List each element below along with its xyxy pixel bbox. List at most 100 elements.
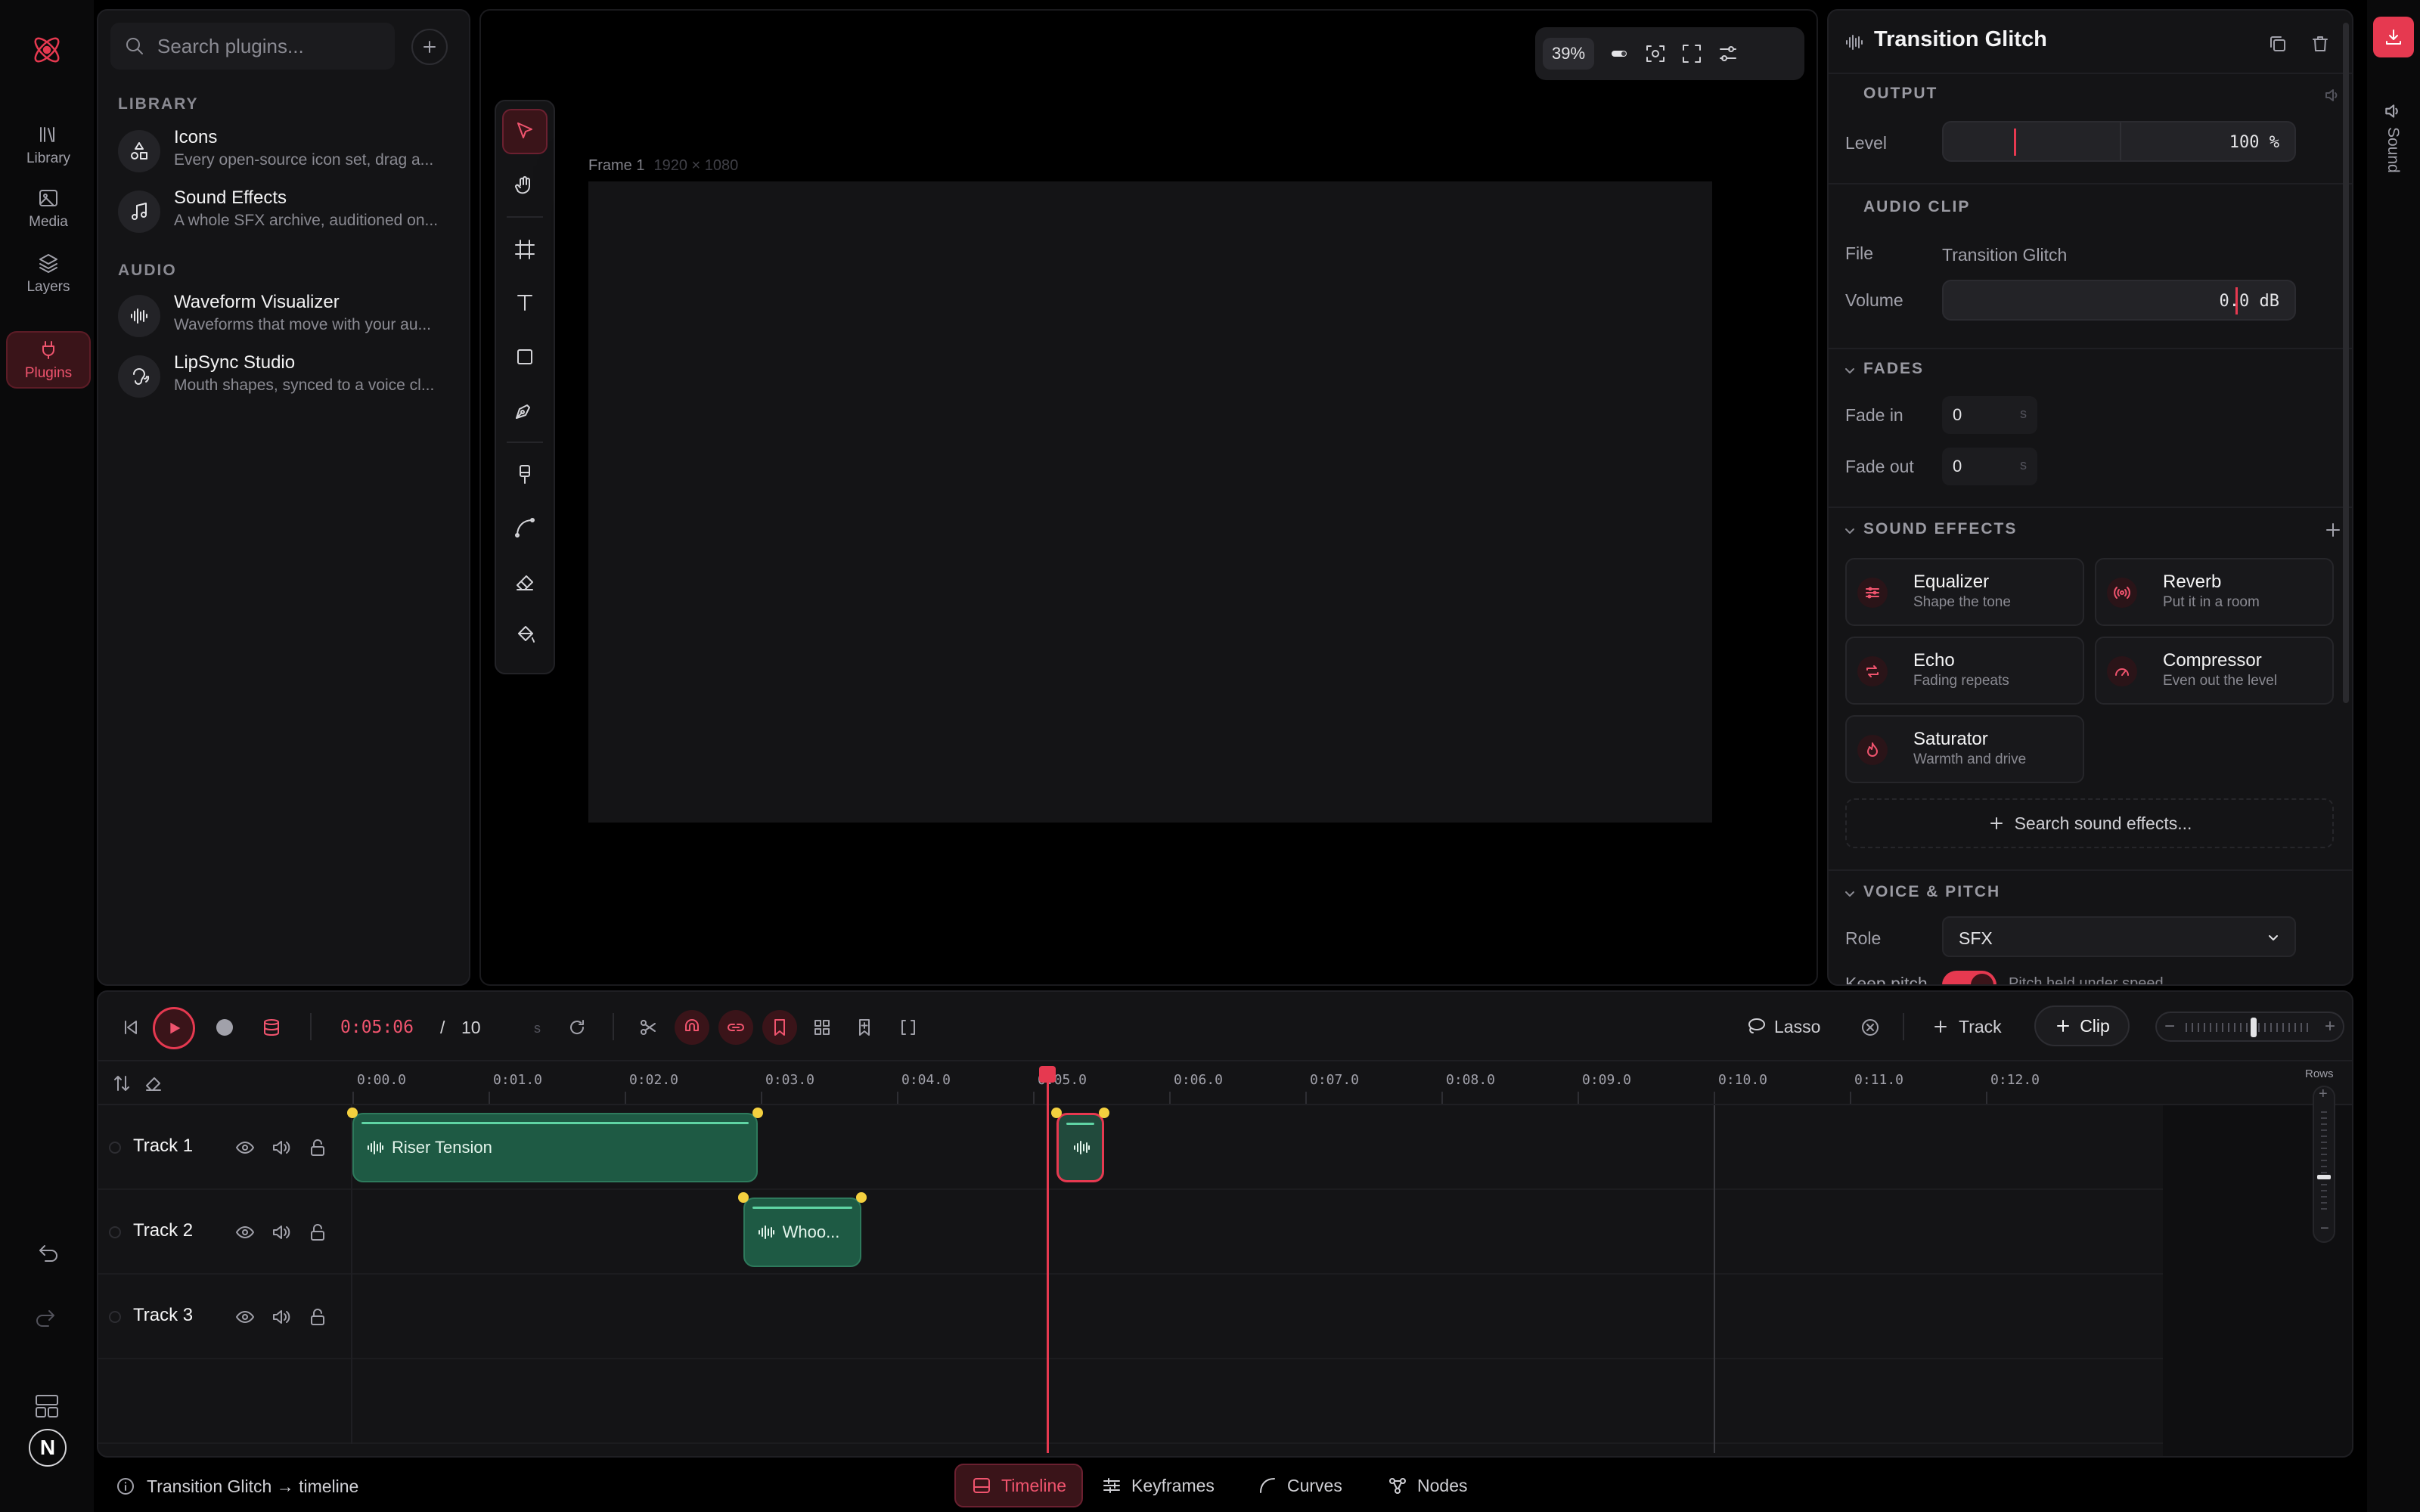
level-marker[interactable] <box>2013 129 2016 156</box>
eye-icon[interactable] <box>234 1137 256 1158</box>
add-marker-button[interactable] <box>847 1010 882 1045</box>
eye-icon[interactable] <box>234 1222 256 1243</box>
rows-thumb[interactable] <box>2317 1175 2331 1179</box>
playhead[interactable] <box>1047 1067 1049 1453</box>
rail-item-library[interactable]: Library <box>6 116 91 174</box>
eye-icon[interactable] <box>234 1306 256 1328</box>
split-button[interactable] <box>631 1010 666 1045</box>
effect-card-compressor[interactable]: Compressor Even out the level <box>2095 637 2334 705</box>
zoom-level[interactable]: 39% <box>1543 38 1595 70</box>
app-logo-icon[interactable] <box>27 30 67 70</box>
tab-nodes[interactable]: Nodes <box>1372 1464 1482 1507</box>
clip-trim-handle[interactable] <box>347 1108 358 1118</box>
lock-icon[interactable] <box>307 1137 328 1158</box>
record-button[interactable] <box>207 1010 242 1045</box>
avatar[interactable]: N <box>29 1429 67 1467</box>
lock-icon[interactable] <box>307 1222 328 1243</box>
track-row[interactable]: Track 3 <box>98 1275 2352 1359</box>
fade-out-input[interactable]: 0s <box>1942 448 2037 485</box>
clear-selection-button[interactable] <box>1853 1010 1888 1045</box>
database-button[interactable] <box>254 1010 289 1045</box>
text-tool[interactable] <box>502 280 548 325</box>
track-name[interactable]: Track 1 <box>133 1136 193 1157</box>
track-select-dot[interactable] <box>109 1142 121 1154</box>
track-name[interactable]: Track 3 <box>133 1305 193 1326</box>
grid-button[interactable] <box>805 1010 839 1045</box>
tab-timeline[interactable]: Timeline <box>954 1464 1084 1507</box>
track-select-dot[interactable] <box>109 1226 121 1238</box>
playhead-handle[interactable] <box>1039 1066 1056 1083</box>
skip-back-button[interactable] <box>113 1010 148 1045</box>
frame-tool[interactable] <box>502 227 548 272</box>
rail-item-plugins[interactable]: Plugins <box>6 331 91 389</box>
clip-trim-handle[interactable] <box>737 1192 749 1203</box>
zoom-thumb[interactable] <box>2251 1018 2257 1037</box>
timeline-zoom-slider[interactable]: − + <box>2155 1012 2344 1042</box>
bookmark-button[interactable] <box>762 1010 797 1045</box>
chevron-down-icon[interactable] <box>1842 523 1857 538</box>
brush-tool[interactable] <box>502 452 548 497</box>
duplicate-icon[interactable] <box>2267 33 2288 54</box>
tracks-area[interactable]: Track 1 Track 2 Track 3 Riser Tension Whoo..… <box>98 1105 2352 1456</box>
track-row[interactable] <box>98 1359 2352 1444</box>
time-ruler[interactable]: 0:00.0 0:01.0 0:02.0 0:03.0 0:04.0 0:05.0 0:06… <box>98 1061 2352 1105</box>
trash-icon[interactable] <box>2310 33 2331 54</box>
add-plugin-button[interactable] <box>411 29 448 65</box>
add-track-button[interactable]: Track <box>1931 1009 2002 1045</box>
focus-icon[interactable] <box>1644 42 1667 65</box>
artboard-frame[interactable] <box>588 181 1712 823</box>
chevron-down-icon[interactable] <box>1842 363 1857 378</box>
track-name[interactable]: Track 2 <box>133 1220 193 1241</box>
select-tool[interactable] <box>502 109 548 154</box>
bracket-button[interactable] <box>891 1010 926 1045</box>
link-button[interactable] <box>718 1010 753 1045</box>
speaker-icon[interactable] <box>271 1222 292 1243</box>
toggle-icon[interactable] <box>1608 42 1630 65</box>
plugin-item-sound-effects[interactable]: Sound Effects A whole SFX archive, audit… <box>118 186 466 239</box>
pen-tool[interactable] <box>502 387 548 432</box>
search-sound-effects-button[interactable]: Search sound effects... <box>1845 798 2334 848</box>
redo-icon[interactable] <box>33 1306 60 1334</box>
fullscreen-icon[interactable] <box>1680 42 1703 65</box>
speaker-icon[interactable] <box>271 1137 292 1158</box>
clip-trim-handle[interactable] <box>1050 1108 1062 1118</box>
canvas-area[interactable]: 39% Frame 1 1920 × 1080 <box>479 9 1818 986</box>
audio-clip[interactable]: Riser Tension <box>352 1113 759 1182</box>
level-slider[interactable]: 100 % <box>1942 121 2296 162</box>
sort-icon[interactable] <box>112 1074 132 1093</box>
audio-clip[interactable]: Whoo... <box>743 1198 862 1267</box>
plugin-item-icons[interactable]: Icons Every open-source icon set, drag a… <box>118 125 466 178</box>
plugin-item-waveform-visualizer[interactable]: Waveform Visualizer Waveforms that move … <box>118 290 466 343</box>
eraser-tool[interactable] <box>502 559 548 605</box>
tab-curves[interactable]: Curves <box>1242 1464 1357 1507</box>
effect-card-echo[interactable]: Echo Fading repeats <box>1845 637 2084 705</box>
rows-slider[interactable]: + − <box>2313 1086 2335 1243</box>
keep-pitch-toggle[interactable] <box>1942 971 1996 984</box>
play-button[interactable] <box>153 1007 195 1049</box>
duration-value[interactable]: 10 <box>461 1018 481 1038</box>
layout-icon[interactable] <box>33 1393 60 1420</box>
loop-button[interactable] <box>560 1010 594 1045</box>
rail-item-layers[interactable]: Layers <box>6 245 91 302</box>
plus-icon[interactable] <box>2323 520 2343 540</box>
file-value[interactable]: Transition Glitch <box>1942 245 2067 265</box>
selected-audio-clip[interactable] <box>1056 1113 1104 1182</box>
track-row[interactable]: Track 2 <box>98 1190 2352 1275</box>
chevron-down-icon[interactable] <box>1842 886 1857 901</box>
eraser-icon[interactable] <box>144 1074 163 1093</box>
effect-card-equalizer[interactable]: Equalizer Shape the tone <box>1845 558 2084 626</box>
settings-sliders-icon[interactable] <box>1717 42 1739 65</box>
volume-slider[interactable]: 0.0 dB <box>1942 280 2296 321</box>
plugin-item-lipsync-studio[interactable]: LipSync Studio Mouth shapes, synced to a… <box>118 351 466 404</box>
rectangle-tool[interactable] <box>502 334 548 380</box>
lasso-button[interactable]: Lasso <box>1745 1009 1820 1045</box>
speaker-icon[interactable] <box>2323 86 2341 104</box>
effect-card-saturator[interactable]: Saturator Warmth and drive <box>1845 715 2084 783</box>
export-button[interactable] <box>2373 17 2414 57</box>
lock-icon[interactable] <box>307 1306 328 1328</box>
rail-item-media[interactable]: Media <box>6 180 91 237</box>
undo-icon[interactable] <box>33 1241 60 1269</box>
plugin-search-input[interactable]: Search plugins... <box>110 23 395 70</box>
hand-tool[interactable] <box>502 163 548 209</box>
role-select[interactable]: SFX <box>1942 916 2296 957</box>
